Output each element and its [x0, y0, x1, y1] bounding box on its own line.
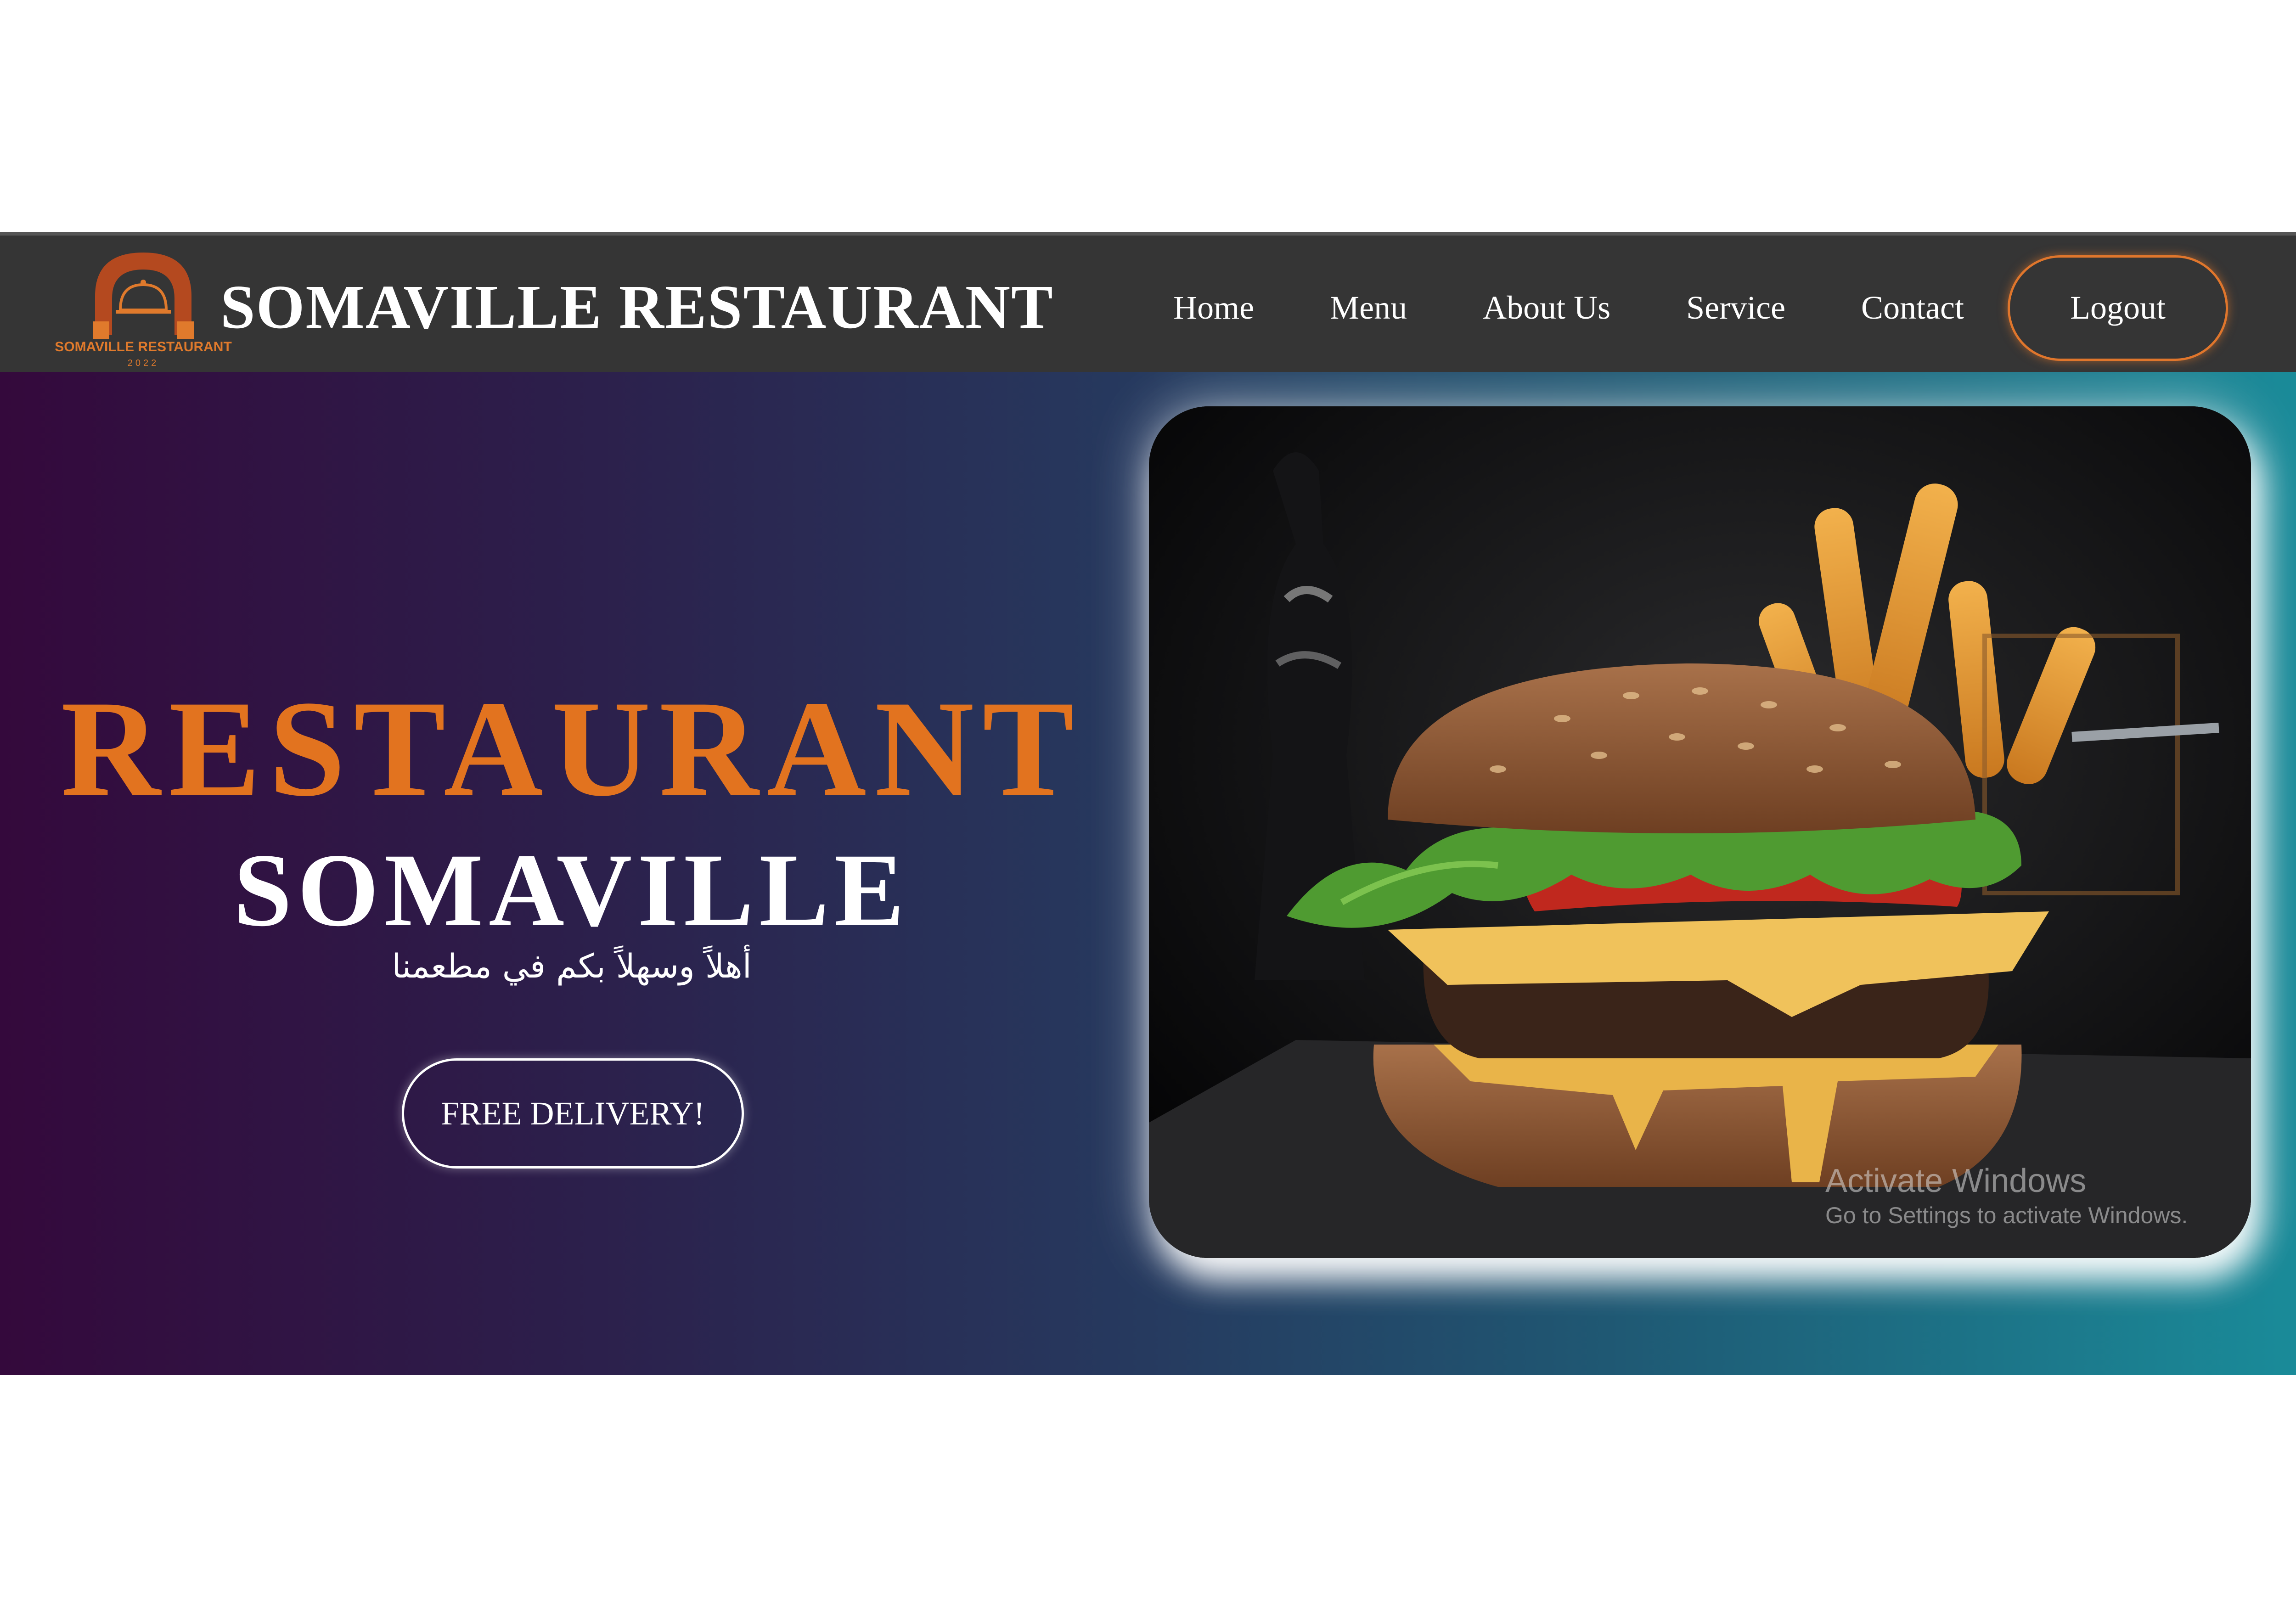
- navbar: SOMAVILLE RESTAURANT 2022 SOMAVILLE REST…: [0, 232, 2296, 372]
- main-nav: Home Menu About Us Service Contact Logou…: [1173, 254, 2228, 362]
- logo-text: SOMAVILLE RESTAURANT: [55, 339, 232, 354]
- hero-title: RESTAURANT: [61, 672, 1083, 825]
- windows-activation-watermark: Activate Windows Go to Settings to activ…: [1825, 1163, 2188, 1228]
- logo-year: 2022: [128, 358, 159, 368]
- hero-section: RESTAURANT SOMAVILLE أهلاً وسهلاً بكم في…: [0, 372, 2296, 1375]
- brand-title: SOMAVILLE RESTAURANT: [220, 273, 1054, 342]
- burger-photo-icon: [1149, 406, 2251, 1258]
- hero-subtitle: SOMAVILLE: [233, 832, 910, 948]
- nav-menu[interactable]: Menu: [1330, 289, 1407, 327]
- burger-image-card: [1149, 406, 2251, 1258]
- free-delivery-button[interactable]: FREE DELIVERY!: [402, 1058, 744, 1169]
- logo[interactable]: SOMAVILLE RESTAURANT 2022: [51, 241, 235, 372]
- page: SOMAVILLE RESTAURANT 2022 SOMAVILLE REST…: [0, 232, 2296, 1375]
- nav-about-us[interactable]: About Us: [1483, 289, 1610, 327]
- nav-home[interactable]: Home: [1173, 289, 1254, 327]
- logout-button[interactable]: Logout: [2008, 255, 2228, 361]
- watermark-subtitle: Go to Settings to activate Windows.: [1825, 1202, 2188, 1228]
- nav-service[interactable]: Service: [1686, 289, 1785, 327]
- hero-arabic-tagline: أهلاً وسهلاً بكم في مطعمنا: [392, 947, 752, 985]
- watermark-title: Activate Windows: [1825, 1163, 2087, 1199]
- nav-contact[interactable]: Contact: [1861, 289, 1964, 327]
- logo-icon: SOMAVILLE RESTAURANT 2022: [55, 253, 232, 368]
